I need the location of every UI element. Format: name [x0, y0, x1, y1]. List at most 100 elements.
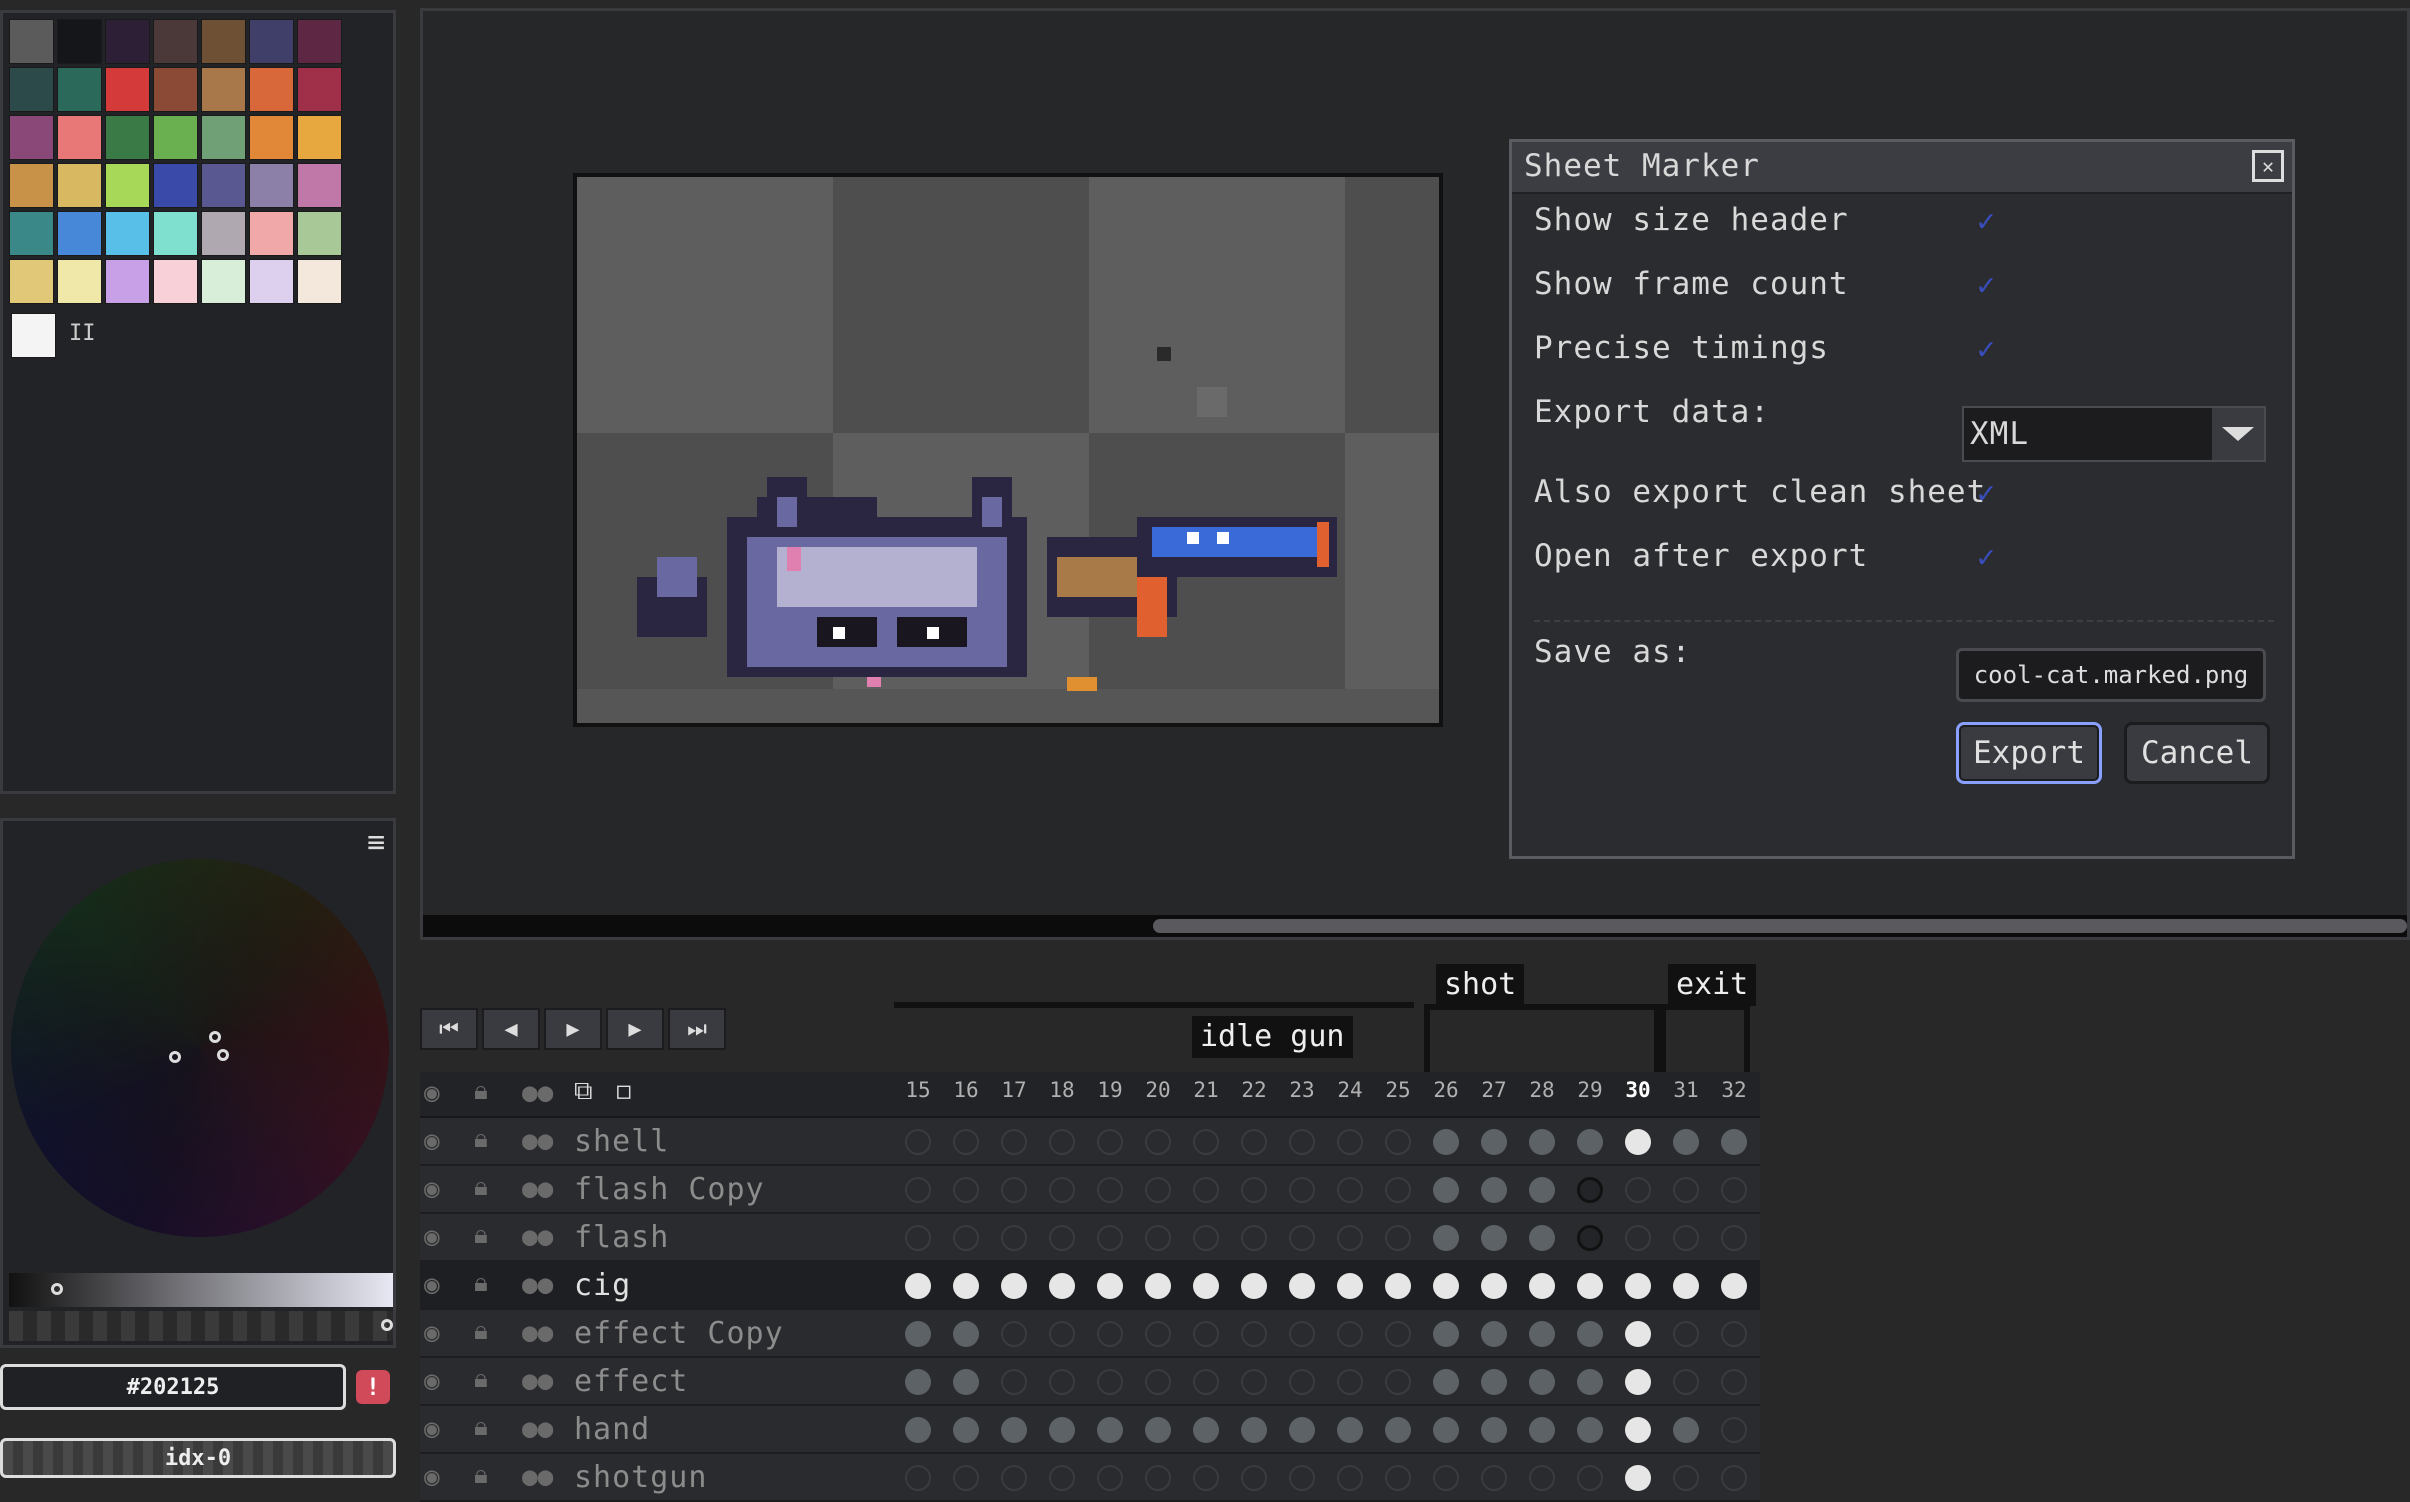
cel[interactable]: [905, 1417, 931, 1443]
checkbox-open-after[interactable]: ✓: [1977, 540, 1995, 575]
layer-row[interactable]: ◉ 🔒︎ ●● effect Copy: [420, 1310, 1760, 1358]
cel[interactable]: [953, 1369, 979, 1395]
cel[interactable]: [1721, 1417, 1747, 1443]
layer-name[interactable]: hand: [574, 1412, 650, 1447]
cel[interactable]: [1433, 1225, 1459, 1251]
palette-swatch-white[interactable]: [11, 313, 56, 358]
alpha-slider[interactable]: [9, 1311, 393, 1341]
play-button[interactable]: ▶: [544, 1008, 602, 1050]
palette-swatch[interactable]: [201, 163, 246, 208]
cel[interactable]: [953, 1321, 979, 1347]
cel[interactable]: [1577, 1177, 1603, 1203]
cel[interactable]: [1481, 1417, 1507, 1443]
wheel-marker-2[interactable]: [209, 1031, 221, 1043]
cel[interactable]: [1049, 1465, 1075, 1491]
cel[interactable]: [1673, 1321, 1699, 1347]
cel[interactable]: [1337, 1129, 1363, 1155]
cel[interactable]: [1673, 1465, 1699, 1491]
cel[interactable]: [1193, 1465, 1219, 1491]
cel[interactable]: [1001, 1177, 1027, 1203]
palette-swatch[interactable]: [57, 259, 102, 304]
warning-icon[interactable]: !: [356, 1370, 390, 1404]
palette-swatch[interactable]: [153, 211, 198, 256]
cel[interactable]: [1241, 1273, 1267, 1299]
tag-shot[interactable]: shot: [1436, 964, 1525, 1006]
layer-row[interactable]: ◉ 🔒︎ ●● hand: [420, 1406, 1760, 1454]
cel[interactable]: [1289, 1129, 1315, 1155]
cel[interactable]: [1577, 1465, 1603, 1491]
cel[interactable]: [1433, 1129, 1459, 1155]
layer-name[interactable]: flash: [574, 1220, 669, 1255]
lock-icon[interactable]: 🔒︎: [474, 1412, 488, 1443]
palette-swatch[interactable]: [57, 211, 102, 256]
cel[interactable]: [905, 1225, 931, 1251]
cel[interactable]: [1481, 1177, 1507, 1203]
cel[interactable]: [1577, 1273, 1603, 1299]
cel[interactable]: [1097, 1321, 1123, 1347]
cel[interactable]: [1001, 1417, 1027, 1443]
cel[interactable]: [1001, 1321, 1027, 1347]
lock-icon[interactable]: 🔒︎: [474, 1124, 488, 1155]
cel[interactable]: [1385, 1321, 1411, 1347]
palette-swatch[interactable]: [153, 67, 198, 112]
cel[interactable]: [1049, 1369, 1075, 1395]
cel[interactable]: [1337, 1177, 1363, 1203]
cel[interactable]: [1289, 1225, 1315, 1251]
palette-swatch[interactable]: [105, 211, 150, 256]
cel[interactable]: [905, 1369, 931, 1395]
cel[interactable]: [1385, 1369, 1411, 1395]
dialog-title-bar[interactable]: Sheet Marker ✕: [1512, 142, 2292, 194]
frame-number[interactable]: 18: [1038, 1078, 1086, 1102]
cel[interactable]: [1337, 1417, 1363, 1443]
cel[interactable]: [1241, 1465, 1267, 1491]
cel[interactable]: [1529, 1177, 1555, 1203]
cel[interactable]: [953, 1129, 979, 1155]
cel[interactable]: [1097, 1273, 1123, 1299]
visibility-icon[interactable]: ◉: [424, 1318, 440, 1348]
cel[interactable]: [1049, 1225, 1075, 1251]
frame-number[interactable]: 19: [1086, 1078, 1134, 1102]
prev-frame-button[interactable]: ◀: [482, 1008, 540, 1050]
cel[interactable]: [1577, 1321, 1603, 1347]
cel[interactable]: [1481, 1225, 1507, 1251]
frame-number[interactable]: 25: [1374, 1078, 1422, 1102]
cel[interactable]: [953, 1225, 979, 1251]
continuous-icon[interactable]: ●●: [522, 1270, 553, 1300]
continuous-icon[interactable]: ●●: [522, 1222, 553, 1252]
visibility-icon[interactable]: ◉: [424, 1078, 440, 1108]
export-data-select[interactable]: XML: [1962, 406, 2266, 462]
frame-number[interactable]: 15: [894, 1078, 942, 1102]
cel[interactable]: [1097, 1225, 1123, 1251]
cel[interactable]: [1241, 1129, 1267, 1155]
frame-number[interactable]: 31: [1662, 1078, 1710, 1102]
sprite-canvas[interactable]: [573, 173, 1443, 727]
cel[interactable]: [1193, 1177, 1219, 1203]
lock-icon[interactable]: 🔒︎: [474, 1172, 488, 1203]
cel[interactable]: [1433, 1321, 1459, 1347]
cel[interactable]: [1097, 1369, 1123, 1395]
palette-swatch[interactable]: [297, 19, 342, 64]
cel[interactable]: [1193, 1273, 1219, 1299]
cel[interactable]: [1289, 1321, 1315, 1347]
last-frame-button[interactable]: ⏭: [668, 1008, 726, 1050]
palette-swatch[interactable]: [249, 67, 294, 112]
palette-swatch[interactable]: [249, 211, 294, 256]
palette-swatch[interactable]: [105, 259, 150, 304]
cel[interactable]: [1673, 1129, 1699, 1155]
cel[interactable]: [1241, 1369, 1267, 1395]
cel[interactable]: [905, 1177, 931, 1203]
palette-swatch[interactable]: [57, 163, 102, 208]
chevron-down-icon[interactable]: [2210, 408, 2264, 460]
cel[interactable]: [1337, 1465, 1363, 1491]
visibility-icon[interactable]: ◉: [424, 1270, 440, 1300]
cel[interactable]: [1721, 1369, 1747, 1395]
save-as-field[interactable]: cool-cat.marked.png: [1956, 648, 2266, 702]
cel[interactable]: [1481, 1369, 1507, 1395]
visibility-icon[interactable]: ◉: [424, 1366, 440, 1396]
palette-swatch[interactable]: [201, 259, 246, 304]
cel[interactable]: [953, 1417, 979, 1443]
cel[interactable]: [1481, 1321, 1507, 1347]
cel[interactable]: [1577, 1369, 1603, 1395]
cel[interactable]: [1529, 1465, 1555, 1491]
cel[interactable]: [1577, 1129, 1603, 1155]
